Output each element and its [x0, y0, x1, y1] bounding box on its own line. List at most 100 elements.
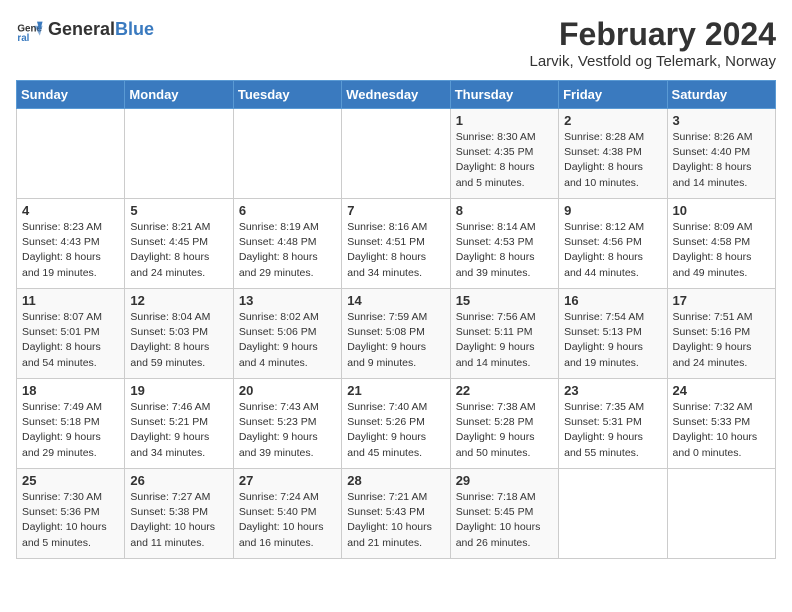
calendar-cell: 15Sunrise: 7:56 AM Sunset: 5:11 PM Dayli… [450, 289, 558, 379]
week-row-5: 25 Sunrise: 7:30 AM Sunset: 5:36 PM Dayli… [17, 469, 776, 559]
calendar-cell [667, 469, 775, 559]
logo-text-general: General [48, 20, 115, 40]
day-info: Sunrise: 8:23 AM Sunset: 4:43 PM Dayligh… [22, 220, 119, 281]
day-number: 17 [673, 293, 770, 308]
day-of-week-sunday: Sunday [17, 81, 125, 109]
day-number: 5 [130, 203, 227, 218]
logo-icon: Gene ral [16, 16, 44, 44]
calendar-cell: 7 Sunrise: 8:16 AM Sunset: 4:51 PM Daylig… [342, 199, 450, 289]
calendar-cell: 14Sunrise: 7:59 AM Sunset: 5:08 PM Dayli… [342, 289, 450, 379]
day-number: 2 [564, 113, 661, 128]
day-info: Sunrise: 7:49 AM Sunset: 5:18 PM Dayligh… [22, 400, 119, 461]
day-info: Sunrise: 7:35 AM Sunset: 5:31 PM Dayligh… [564, 400, 661, 461]
day-info: Sunrise: 7:18 AM Sunset: 5:45 PM Dayligh… [456, 490, 553, 551]
calendar-cell: 8 Sunrise: 8:14 AM Sunset: 4:53 PM Daylig… [450, 199, 558, 289]
calendar-cell: 29 Sunrise: 7:18 AM Sunset: 5:45 PM Dayli… [450, 469, 558, 559]
day-info: Sunrise: 7:51 AM Sunset: 5:16 PM Dayligh… [673, 310, 770, 371]
day-number: 27 [239, 473, 336, 488]
location: Larvik, Vestfold og Telemark, Norway [530, 53, 777, 70]
day-info: Sunrise: 8:07 AM Sunset: 5:01 PM Dayligh… [22, 310, 119, 371]
calendar-cell: 23 Sunrise: 7:35 AM Sunset: 5:31 PM Dayli… [559, 379, 667, 469]
calendar-cell: 9 Sunrise: 8:12 AM Sunset: 4:56 PM Daylig… [559, 199, 667, 289]
calendar-cell [17, 109, 125, 199]
day-number: 21 [347, 383, 444, 398]
day-number: 24 [673, 383, 770, 398]
calendar-cell: 25 Sunrise: 7:30 AM Sunset: 5:36 PM Dayli… [17, 469, 125, 559]
title-area: February 2024 Larvik, Vestfold og Telema… [530, 16, 777, 70]
week-row-2: 4 Sunrise: 8:23 AM Sunset: 4:43 PM Daylig… [17, 199, 776, 289]
day-number: 3 [673, 113, 770, 128]
logo: Gene ral GeneralBlue [16, 16, 154, 44]
svg-text:ral: ral [17, 33, 29, 44]
day-number: 1 [456, 113, 553, 128]
day-number: 9 [564, 203, 661, 218]
calendar-table: SundayMondayTuesdayWednesdayThursdayFrid… [16, 80, 776, 559]
calendar-cell: 18 Sunrise: 7:49 AM Sunset: 5:18 PM Dayli… [17, 379, 125, 469]
calendar-cell: 21 Sunrise: 7:40 AM Sunset: 5:26 PM Dayli… [342, 379, 450, 469]
calendar-cell [342, 109, 450, 199]
calendar-cell: 20Sunrise: 7:43 AM Sunset: 5:23 PM Dayli… [233, 379, 341, 469]
day-number: 6 [239, 203, 336, 218]
day-info: Sunrise: 7:27 AM Sunset: 5:38 PM Dayligh… [130, 490, 227, 551]
day-number: 18 [22, 383, 119, 398]
day-info: Sunrise: 7:54 AM Sunset: 5:13 PM Dayligh… [564, 310, 661, 371]
day-number: 7 [347, 203, 444, 218]
logo-text-blue: Blue [115, 20, 154, 40]
day-info: Sunrise: 8:21 AM Sunset: 4:45 PM Dayligh… [130, 220, 227, 281]
day-number: 23 [564, 383, 661, 398]
day-info: Sunrise: 7:38 AM Sunset: 5:28 PM Dayligh… [456, 400, 553, 461]
day-info: Sunrise: 7:21 AM Sunset: 5:43 PM Dayligh… [347, 490, 444, 551]
day-info: Sunrise: 7:24 AM Sunset: 5:40 PM Dayligh… [239, 490, 336, 551]
calendar-cell: 10Sunrise: 8:09 AM Sunset: 4:58 PM Dayli… [667, 199, 775, 289]
calendar-cell: 5 Sunrise: 8:21 AM Sunset: 4:45 PM Daylig… [125, 199, 233, 289]
calendar-cell: 4 Sunrise: 8:23 AM Sunset: 4:43 PM Daylig… [17, 199, 125, 289]
day-number: 12 [130, 293, 227, 308]
day-of-week-monday: Monday [125, 81, 233, 109]
day-info: Sunrise: 8:26 AM Sunset: 4:40 PM Dayligh… [673, 130, 770, 191]
day-number: 16 [564, 293, 661, 308]
day-info: Sunrise: 8:14 AM Sunset: 4:53 PM Dayligh… [456, 220, 553, 281]
calendar-cell: 13 Sunrise: 8:02 AM Sunset: 5:06 PM Dayli… [233, 289, 341, 379]
day-info: Sunrise: 8:30 AM Sunset: 4:35 PM Dayligh… [456, 130, 553, 191]
day-info: Sunrise: 8:12 AM Sunset: 4:56 PM Dayligh… [564, 220, 661, 281]
day-number: 8 [456, 203, 553, 218]
calendar-cell: 11 Sunrise: 8:07 AM Sunset: 5:01 PM Dayli… [17, 289, 125, 379]
day-number: 13 [239, 293, 336, 308]
day-info: Sunrise: 7:40 AM Sunset: 5:26 PM Dayligh… [347, 400, 444, 461]
calendar-cell: 27 Sunrise: 7:24 AM Sunset: 5:40 PM Dayli… [233, 469, 341, 559]
day-number: 26 [130, 473, 227, 488]
calendar-cell: 2Sunrise: 8:28 AM Sunset: 4:38 PM Daylig… [559, 109, 667, 199]
calendar-cell [233, 109, 341, 199]
day-info: Sunrise: 7:30 AM Sunset: 5:36 PM Dayligh… [22, 490, 119, 551]
day-number: 11 [22, 293, 119, 308]
days-of-week-row: SundayMondayTuesdayWednesdayThursdayFrid… [17, 81, 776, 109]
day-number: 20 [239, 383, 336, 398]
day-of-week-friday: Friday [559, 81, 667, 109]
calendar-cell: 24Sunrise: 7:32 AM Sunset: 5:33 PM Dayli… [667, 379, 775, 469]
day-number: 28 [347, 473, 444, 488]
calendar-cell: 6Sunrise: 8:19 AM Sunset: 4:48 PM Daylig… [233, 199, 341, 289]
week-row-3: 11 Sunrise: 8:07 AM Sunset: 5:01 PM Dayli… [17, 289, 776, 379]
calendar-cell: 22Sunrise: 7:38 AM Sunset: 5:28 PM Dayli… [450, 379, 558, 469]
calendar-cell: 16 Sunrise: 7:54 AM Sunset: 5:13 PM Dayli… [559, 289, 667, 379]
day-info: Sunrise: 8:16 AM Sunset: 4:51 PM Dayligh… [347, 220, 444, 281]
day-info: Sunrise: 8:02 AM Sunset: 5:06 PM Dayligh… [239, 310, 336, 371]
calendar-cell: 19Sunrise: 7:46 AM Sunset: 5:21 PM Dayli… [125, 379, 233, 469]
day-number: 19 [130, 383, 227, 398]
week-row-4: 18 Sunrise: 7:49 AM Sunset: 5:18 PM Dayli… [17, 379, 776, 469]
day-of-week-wednesday: Wednesday [342, 81, 450, 109]
calendar-cell: 12Sunrise: 8:04 AM Sunset: 5:03 PM Dayli… [125, 289, 233, 379]
calendar-cell: 17 Sunrise: 7:51 AM Sunset: 5:16 PM Dayli… [667, 289, 775, 379]
calendar-cell [559, 469, 667, 559]
day-number: 29 [456, 473, 553, 488]
calendar-cell: 3 Sunrise: 8:26 AM Sunset: 4:40 PM Daylig… [667, 109, 775, 199]
calendar-cell: 26 Sunrise: 7:27 AM Sunset: 5:38 PM Dayli… [125, 469, 233, 559]
day-number: 4 [22, 203, 119, 218]
calendar-cell: 1 Sunrise: 8:30 AM Sunset: 4:35 PM Daylig… [450, 109, 558, 199]
calendar-cell [125, 109, 233, 199]
day-info: Sunrise: 7:59 AM Sunset: 5:08 PM Dayligh… [347, 310, 444, 371]
day-of-week-saturday: Saturday [667, 81, 775, 109]
day-of-week-thursday: Thursday [450, 81, 558, 109]
day-info: Sunrise: 8:09 AM Sunset: 4:58 PM Dayligh… [673, 220, 770, 281]
day-number: 25 [22, 473, 119, 488]
